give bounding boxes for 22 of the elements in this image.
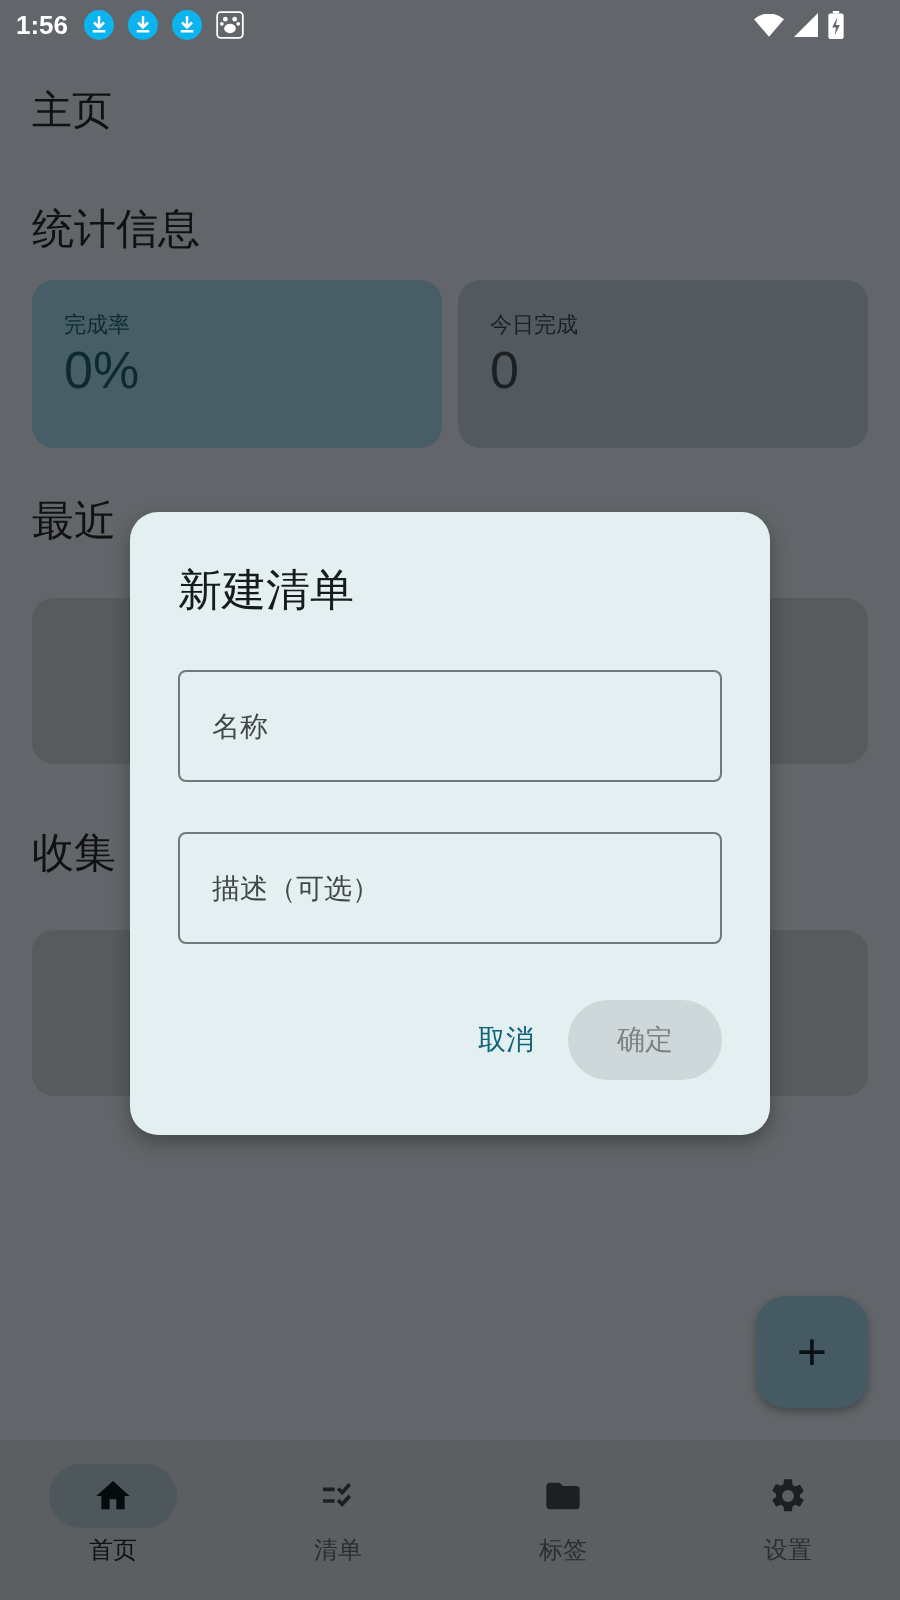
signal-icon	[794, 13, 818, 37]
add-button[interactable]: +	[756, 1296, 868, 1408]
input-field[interactable]: 描述（可选）	[178, 832, 722, 944]
wifi-icon	[754, 13, 784, 37]
dialog-title: 新建清单	[178, 563, 355, 617]
section-heading: 收集	[32, 828, 117, 878]
page-title: 主页	[32, 86, 113, 134]
section-heading: 最近	[32, 496, 117, 546]
download-icon	[84, 10, 115, 40]
clock-time: 1:56	[16, 9, 69, 41]
stat-value: 0	[490, 340, 520, 400]
stat-label: 今日完成	[490, 311, 579, 339]
download-icon	[172, 10, 203, 40]
cancel-button[interactable]: 取消	[474, 1011, 538, 1069]
section-heading: 统计信息	[32, 204, 201, 254]
battery-charging-icon	[828, 11, 844, 39]
download-icon	[128, 10, 159, 40]
stat-value: 0%	[64, 340, 141, 400]
paw-icon	[216, 11, 245, 39]
stat-label: 完成率	[64, 311, 131, 339]
nav-label[interactable]: 首页	[88, 1534, 137, 1566]
input-field[interactable]: 名称	[178, 670, 722, 782]
